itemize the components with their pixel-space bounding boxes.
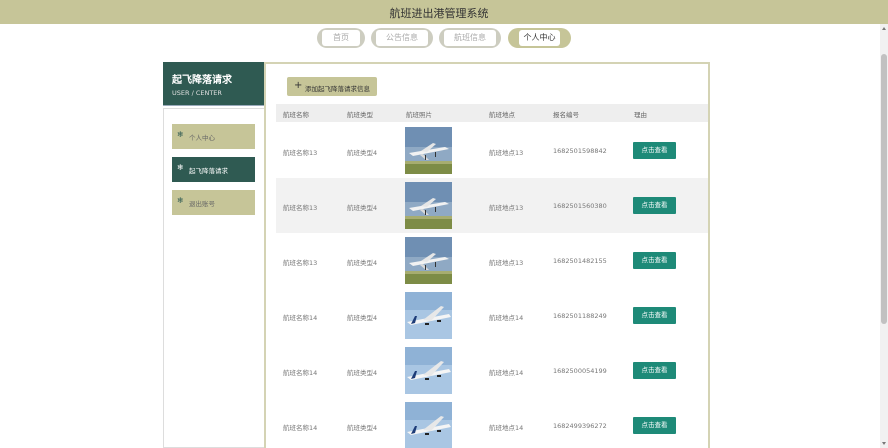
- main-nav: 首页 公告信息 航班信息 个人中心: [0, 28, 888, 48]
- tab-personal-center[interactable]: 个人中心: [508, 28, 571, 48]
- tab-notices-label: 公告信息: [376, 30, 428, 46]
- sidebar-item-label: 退出账号: [189, 200, 215, 208]
- flight-place-cell: 航班地点13: [489, 204, 524, 212]
- flight-type-cell: 航班类型4: [347, 204, 378, 212]
- table-row: 航班名称14 航班类型4 航班地点14 1682501188249 点击查看: [276, 288, 708, 343]
- main-content: + 添加起飞降落请求信息 航班名称 航班类型 航班照片 航班地点 报名编号 理由…: [264, 62, 710, 448]
- flight-place-cell: 航班地点14: [489, 424, 524, 432]
- table-header: 航班名称 航班类型 航班照片 航班地点 报名编号 理由: [276, 104, 708, 122]
- flight-name-cell: 航班名称14: [283, 424, 318, 432]
- flight-photo: [405, 402, 452, 448]
- add-request-button[interactable]: + 添加起飞降落请求信息: [287, 77, 377, 96]
- flight-photo: [405, 347, 452, 394]
- tab-flights-label: 航班信息: [444, 30, 496, 46]
- page-scrollbar[interactable]: [880, 24, 888, 448]
- tab-flights[interactable]: 航班信息: [439, 28, 501, 48]
- sidebar-item-label: 个人中心: [189, 134, 215, 142]
- sidebar-title: 起飞降落请求: [172, 75, 232, 86]
- add-request-button-label: 添加起飞降落请求信息: [305, 85, 370, 93]
- flight-place-cell: 航班地点13: [489, 259, 524, 267]
- flight-place-cell: 航班地点14: [489, 314, 524, 322]
- flight-type-cell: 航班类型4: [347, 424, 378, 432]
- view-details-button[interactable]: 点击查看: [633, 142, 676, 159]
- sidebar-item-logout[interactable]: ❄ 退出账号: [172, 190, 255, 215]
- view-details-button[interactable]: 点击查看: [633, 362, 676, 379]
- registration-number-cell: 1682501482155: [553, 257, 607, 265]
- column-header: 航班名称: [283, 111, 309, 119]
- snowflake-icon: ❄: [177, 130, 184, 139]
- flight-type-cell: 航班类型4: [347, 259, 378, 267]
- sidebar-header: 起飞降落请求 USER / CENTER: [163, 62, 265, 106]
- flight-place-cell: 航班地点14: [489, 369, 524, 377]
- flight-type-cell: 航班类型4: [347, 149, 378, 157]
- flight-type-cell: 航班类型4: [347, 369, 378, 377]
- view-details-button[interactable]: 点击查看: [633, 252, 676, 269]
- flight-type-cell: 航班类型4: [347, 314, 378, 322]
- table-row: 航班名称13 航班类型4 航班地点13 1682501482155 点击查看: [276, 233, 708, 288]
- flight-photo: [405, 182, 452, 229]
- registration-number-cell: 1682501598842: [553, 147, 607, 155]
- column-header: 航班类型: [347, 111, 373, 119]
- app-title: 航班进出港管理系统: [389, 7, 489, 20]
- tab-personal-center-label: 个人中心: [519, 30, 560, 46]
- flight-name-cell: 航班名称14: [283, 369, 318, 377]
- view-details-button[interactable]: 点击查看: [633, 197, 676, 214]
- flight-name-cell: 航班名称13: [283, 204, 318, 212]
- sidebar-subtitle: USER / CENTER: [172, 89, 222, 97]
- table-row: 航班名称14 航班类型4 航班地点14 1682500054199 点击查看: [276, 343, 708, 398]
- tab-notices[interactable]: 公告信息: [371, 28, 433, 48]
- column-header: 航班地点: [489, 111, 515, 119]
- registration-number-cell: 1682500054199: [553, 367, 607, 375]
- registration-number-cell: 1682501560380: [553, 202, 607, 210]
- view-details-button[interactable]: 点击查看: [633, 307, 676, 324]
- plus-icon: +: [294, 80, 303, 91]
- flight-photo: [405, 127, 452, 174]
- table-row: 航班名称13 航班类型4 航班地点13 1682501560380 点击查看: [276, 178, 708, 233]
- registration-number-cell: 1682499396272: [553, 422, 607, 430]
- flight-name-cell: 航班名称13: [283, 259, 318, 267]
- app-header: 航班进出港管理系统: [0, 0, 888, 24]
- sidebar-item-label: 起飞降落请求: [189, 167, 228, 175]
- scrollbar-thumb[interactable]: [881, 54, 887, 324]
- column-header: 报名编号: [553, 111, 579, 119]
- table-row: 航班名称13 航班类型4 航班地点13 1682501598842 点击查看: [276, 123, 708, 178]
- registration-number-cell: 1682501188249: [553, 312, 607, 320]
- tab-home-label: 首页: [322, 30, 360, 46]
- scroll-up-icon[interactable]: [882, 27, 886, 30]
- snowflake-icon: ❄: [177, 196, 184, 205]
- tab-home[interactable]: 首页: [317, 28, 365, 48]
- snowflake-icon: ❄: [177, 163, 184, 172]
- sidebar-item-requests[interactable]: ❄ 起飞降落请求: [172, 157, 255, 182]
- flight-place-cell: 航班地点13: [489, 149, 524, 157]
- flight-photo: [405, 292, 452, 339]
- column-header: 理由: [634, 111, 647, 119]
- flight-photo: [405, 237, 452, 284]
- flight-name-cell: 航班名称13: [283, 149, 318, 157]
- table-row: 航班名称14 航班类型4 航班地点14 1682499396272 点击查看: [276, 398, 708, 448]
- scroll-down-icon[interactable]: [882, 442, 886, 445]
- sidebar-item-personal-center[interactable]: ❄ 个人中心: [172, 124, 255, 149]
- view-details-button[interactable]: 点击查看: [633, 417, 676, 434]
- column-header: 航班照片: [406, 111, 432, 119]
- flight-name-cell: 航班名称14: [283, 314, 318, 322]
